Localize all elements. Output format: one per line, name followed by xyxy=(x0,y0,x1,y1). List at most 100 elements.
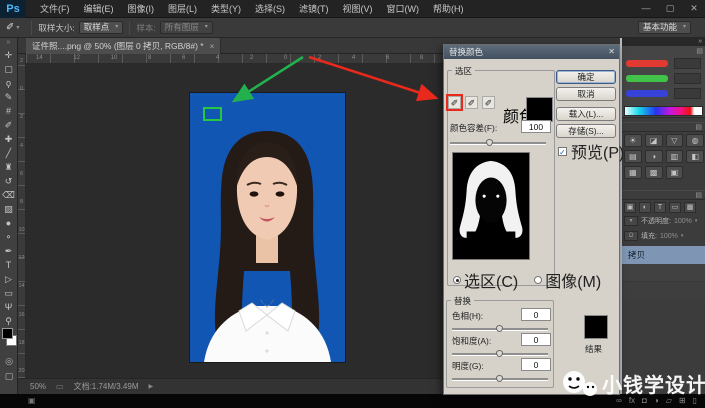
blue-slider[interactable] xyxy=(626,90,668,97)
selected-layer-row[interactable]: 拷贝 xyxy=(622,246,705,264)
move-tool[interactable]: ✛ xyxy=(1,48,17,62)
filter-shape-layers-icon[interactable]: ▭ xyxy=(669,202,681,213)
selected-color-swatch[interactable] xyxy=(526,97,553,122)
color-balance-icon[interactable]: ▥ xyxy=(665,150,684,163)
photo-filter-icon[interactable]: ▦ xyxy=(624,166,642,179)
dialog-title-bar[interactable]: 替换颜色 ✕ xyxy=(444,45,619,59)
result-color-swatch[interactable] xyxy=(584,315,608,339)
sample-size-select[interactable]: 取样点 ▾ xyxy=(78,21,124,34)
channel-mixer-icon[interactable]: ▩ xyxy=(644,166,663,179)
quick-mask-icon[interactable]: ◎ xyxy=(5,356,13,367)
collapse-panel-icon[interactable]: » xyxy=(0,38,17,48)
image-radio[interactable]: 图像(M) xyxy=(534,268,601,292)
hue-field[interactable]: 0 xyxy=(521,308,551,321)
eyedropper-subtract-icon[interactable]: ✐ xyxy=(482,96,495,109)
menu-item[interactable]: 类型(Y) xyxy=(205,0,247,18)
vibrance-icon[interactable]: ▤ xyxy=(624,150,642,163)
foreground-color-swatch[interactable] xyxy=(2,328,13,339)
screen-mode-icon[interactable]: ▢ xyxy=(5,371,14,382)
green-slider[interactable] xyxy=(626,75,668,82)
crop-tool[interactable]: # xyxy=(1,104,17,118)
lock-icon[interactable]: Ω xyxy=(624,231,638,241)
save-button[interactable]: 存储(S)... xyxy=(556,124,616,138)
filter-type-layers-icon[interactable]: T xyxy=(654,202,666,213)
panel-menu-icon[interactable]: ▤ xyxy=(696,47,703,55)
preview-checkbox[interactable]: ✓ xyxy=(558,146,567,157)
clone-stamp-tool[interactable]: ♜ xyxy=(1,160,17,174)
panel-collapse-bar[interactable]: » xyxy=(622,38,705,46)
cancel-button[interactable]: 取消 xyxy=(556,87,616,101)
selection-radio[interactable]: 选区(C) xyxy=(453,268,518,292)
black-white-icon[interactable]: ◧ xyxy=(686,150,704,163)
exposure-icon[interactable]: ◍ xyxy=(686,134,704,147)
document-tab[interactable]: 证件照....png @ 50% (图层 0 拷贝, RGB/8#) * × xyxy=(26,38,222,54)
eyedropper-add-icon[interactable]: ✐ xyxy=(465,96,478,109)
selection-mask-preview[interactable] xyxy=(452,152,530,260)
hue-slider[interactable] xyxy=(452,324,548,333)
posterize-icon[interactable]: ▣ xyxy=(665,166,684,179)
layers-panel-header[interactable]: ▤ xyxy=(622,190,705,200)
menu-item[interactable]: 编辑(E) xyxy=(78,0,120,18)
gradient-tool[interactable]: ▨ xyxy=(1,202,17,216)
status-options-arrow-icon[interactable]: ▶ xyxy=(149,383,154,390)
brush-tool[interactable]: ╱ xyxy=(1,146,17,160)
spot-healing-brush-tool[interactable]: ✚ xyxy=(1,132,17,146)
opacity-value[interactable]: 100% xyxy=(674,218,692,225)
brightness-contrast-icon[interactable]: ☀ xyxy=(624,134,642,147)
ok-button[interactable]: 确定 xyxy=(556,70,616,84)
layer-row[interactable] xyxy=(622,264,705,282)
tab-close-icon[interactable]: × xyxy=(210,42,215,51)
adjustments-panel-header[interactable]: ▤ xyxy=(622,122,705,132)
minimize-button[interactable]: — xyxy=(639,1,653,15)
menu-item[interactable]: 文件(F) xyxy=(34,0,76,18)
lightness-slider[interactable] xyxy=(452,374,548,383)
rectangle-shape-tool[interactable]: ▭ xyxy=(1,286,17,300)
lasso-tool[interactable]: ϙ xyxy=(1,76,17,90)
filter-smart-objects-icon[interactable]: ▩ xyxy=(684,202,696,213)
filter-pixel-layers-icon[interactable]: ▣ xyxy=(624,202,636,213)
panel-menu-icon[interactable]: ▤ xyxy=(695,124,702,131)
green-value-field[interactable] xyxy=(674,73,701,84)
fuzziness-slider[interactable] xyxy=(450,138,546,147)
menu-item[interactable]: 图像(I) xyxy=(122,0,161,18)
blur-tool[interactable]: ● xyxy=(1,216,17,230)
history-brush-tool[interactable]: ↺ xyxy=(1,174,17,188)
color-spectrum-ramp[interactable] xyxy=(624,106,703,116)
lightness-field[interactable]: 0 xyxy=(521,358,551,371)
fill-value[interactable]: 100% xyxy=(660,233,678,240)
quick-selection-tool[interactable]: ✎ xyxy=(1,90,17,104)
red-slider[interactable] xyxy=(626,60,668,67)
workspace-select[interactable]: 基本功能 ▾ xyxy=(637,21,691,34)
eraser-tool[interactable]: ⌫ xyxy=(1,188,17,202)
zoom-level[interactable]: 50% xyxy=(30,382,46,391)
saturation-field[interactable]: 0 xyxy=(521,333,551,346)
rectangular-marquee-tool[interactable]: ▢ xyxy=(1,62,17,76)
type-tool[interactable]: T xyxy=(1,258,17,272)
id-photo-image[interactable] xyxy=(190,93,345,362)
menu-item[interactable]: 图层(L) xyxy=(162,0,203,18)
tool-preset-caret-icon[interactable]: ▾ xyxy=(16,24,19,31)
panel-menu-icon[interactable]: ▤ xyxy=(695,192,702,199)
levels-icon[interactable]: ◪ xyxy=(644,134,663,147)
collapse-panels-icon[interactable]: » xyxy=(698,38,702,45)
menu-item[interactable]: 窗口(W) xyxy=(381,0,426,18)
layer-row[interactable] xyxy=(622,282,705,300)
close-button[interactable]: ✕ xyxy=(687,1,701,15)
red-value-field[interactable] xyxy=(674,58,701,69)
blend-mode-select[interactable]: ▾ xyxy=(624,216,638,226)
dialog-close-icon[interactable]: ✕ xyxy=(608,47,615,57)
blue-value-field[interactable] xyxy=(674,88,701,99)
pen-tool[interactable]: ✒ xyxy=(1,244,17,258)
menu-item[interactable]: 选择(S) xyxy=(249,0,291,18)
eyedropper-sample-icon[interactable]: ✐ xyxy=(448,96,461,109)
filter-adjustment-layers-icon[interactable]: ◐ xyxy=(639,202,651,213)
curves-icon[interactable]: ▽ xyxy=(665,134,684,147)
menu-item[interactable]: 帮助(H) xyxy=(427,0,470,18)
menu-item[interactable]: 视图(V) xyxy=(337,0,379,18)
menu-item[interactable]: 滤镜(T) xyxy=(293,0,335,18)
hand-tool[interactable]: Ψ xyxy=(1,300,17,314)
dodge-tool[interactable]: ⚬ xyxy=(1,230,17,244)
path-selection-tool[interactable]: ▷ xyxy=(1,272,17,286)
fuzziness-field[interactable]: 100 xyxy=(521,120,551,133)
eyedropper-tool[interactable]: ✐ xyxy=(1,118,17,132)
